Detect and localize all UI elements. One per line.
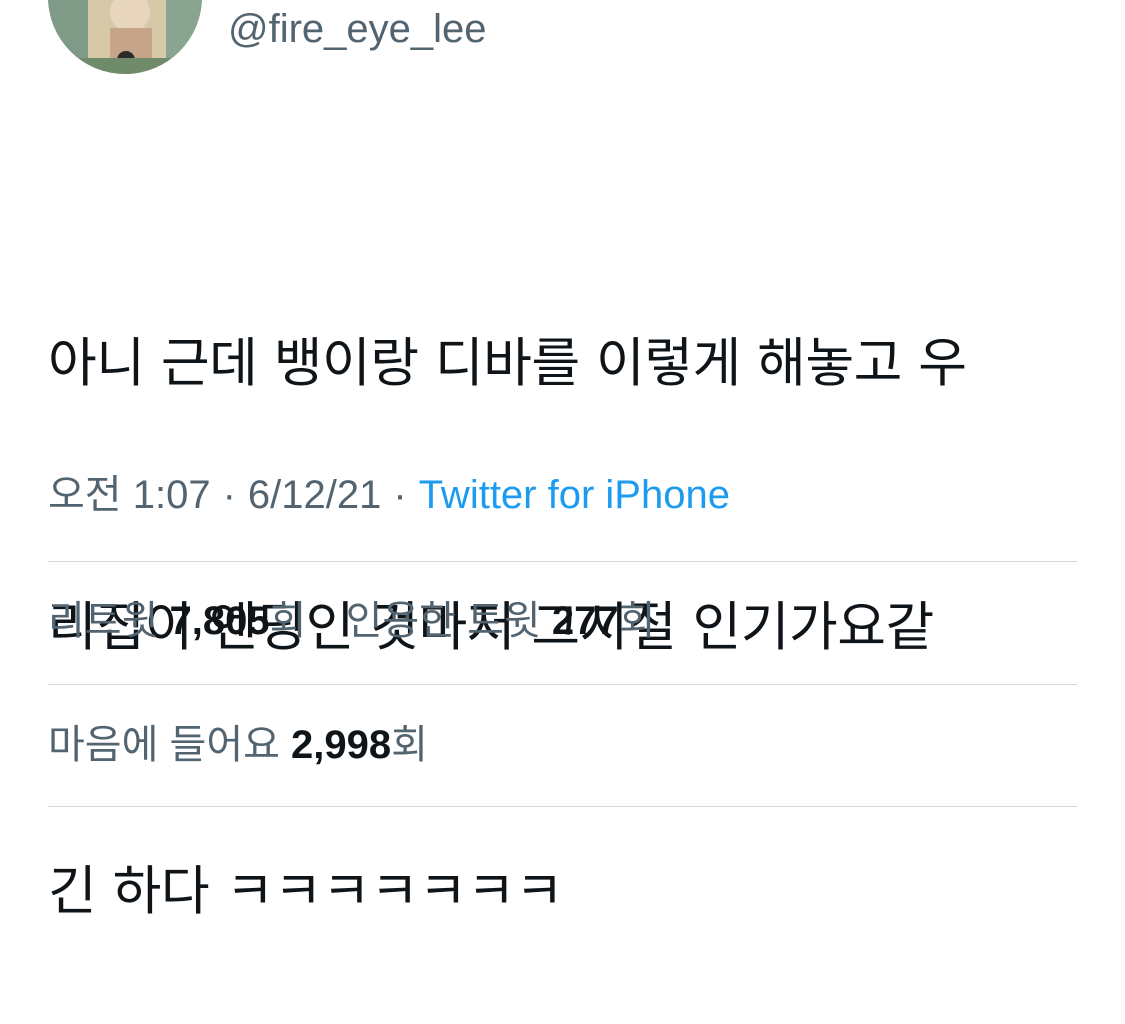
tweet-header: @fire_eye_lee bbox=[48, 0, 1078, 80]
quote-tweets-label: 인용한 트윗 bbox=[345, 599, 541, 643]
tweet-text-line: 긴 하다 ㅋㅋㅋㅋㅋㅋㅋ bbox=[48, 861, 564, 922]
tweet-text-line: 아니 근데 뱅이랑 디바를 이렇게 해놓고 우 bbox=[48, 333, 967, 394]
retweets-count: 7,805 bbox=[169, 599, 270, 643]
avatar-illustration bbox=[48, 0, 202, 74]
likes-stat[interactable]: 마음에 들어요 2,998회 bbox=[48, 723, 428, 767]
tweet-date[interactable]: 6/12/21 bbox=[248, 473, 381, 517]
divider bbox=[48, 561, 1077, 562]
retweets-label: 리트윗 bbox=[48, 599, 159, 643]
quote-tweets-unit: 회 bbox=[618, 599, 656, 643]
likes-label: 마음에 들어요 bbox=[48, 723, 280, 767]
meta-separator: · bbox=[393, 473, 407, 517]
user-handle[interactable]: @fire_eye_lee bbox=[228, 6, 487, 52]
retweets-stat[interactable]: 리트윗 7,805회 bbox=[48, 599, 306, 643]
likes-count: 2,998 bbox=[291, 723, 392, 767]
likes-unit: 회 bbox=[391, 723, 428, 767]
quote-tweets-stat[interactable]: 인용한 트윗 277회 bbox=[346, 599, 656, 643]
avatar[interactable] bbox=[48, 0, 202, 74]
tweet-text: 아니 근데 뱅이랑 디바를 이렇게 해놓고 우 리집이 엔딩인 것마저 그시절 … bbox=[48, 144, 1088, 1024]
likes-stats-row: 마음에 들어요 2,998회 bbox=[48, 722, 456, 768]
tweet-source-link[interactable]: Twitter for iPhone bbox=[419, 473, 730, 517]
tweet-meta: 오전 1:07 · 6/12/21 · Twitter for iPhone bbox=[48, 472, 730, 518]
divider bbox=[48, 806, 1077, 807]
quote-tweets-count: 277 bbox=[551, 599, 619, 643]
tweet-time[interactable]: 오전 1:07 bbox=[48, 473, 211, 517]
meta-separator: · bbox=[222, 473, 236, 517]
retweets-unit: 회 bbox=[269, 599, 307, 643]
engagement-stats-row: 리트윗 7,805회 인용한 트윗 277회 bbox=[48, 598, 683, 644]
divider bbox=[48, 684, 1077, 685]
